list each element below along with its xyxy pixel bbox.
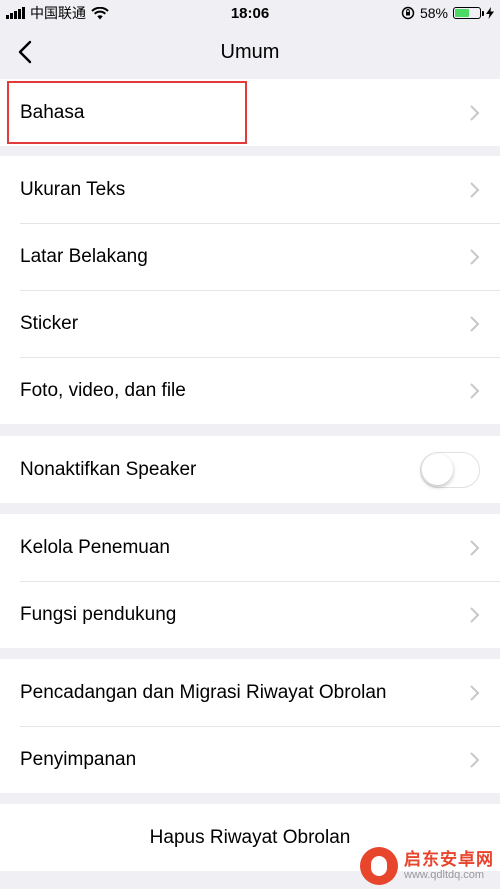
settings-row-latar-belakang[interactable]: Latar Belakang	[0, 223, 500, 290]
row-label: Penyimpanan	[20, 748, 137, 770]
chevron-right-icon	[470, 248, 480, 265]
orientation-lock-icon	[401, 6, 415, 20]
row-label: Ukuran Teks	[20, 178, 126, 200]
watermark-url: www.qdltdq.com	[404, 869, 485, 882]
chevron-right-icon	[470, 181, 480, 198]
row-label: Latar Belakang	[20, 245, 148, 267]
settings-row-sticker[interactable]: Sticker	[0, 290, 500, 357]
row-label: Bahasa	[20, 101, 85, 123]
settings-group-features: Kelola Penemuan Fungsi pendukung	[0, 514, 500, 648]
charging-bolt-icon	[486, 7, 494, 19]
row-label: Pencadangan dan Migrasi Riwayat Obrolan	[20, 681, 387, 703]
watermark-text: 启东安卓网 www.qdltdq.com	[404, 849, 494, 882]
settings-row-ukuran-teks[interactable]: Ukuran Teks	[0, 156, 500, 223]
row-label: Fungsi pendukung	[20, 603, 177, 625]
chevron-right-icon	[470, 104, 480, 121]
chevron-right-icon	[470, 382, 480, 399]
carrier-name: 中国联通	[30, 5, 86, 21]
row-label: Nonaktifkan Speaker	[20, 458, 197, 480]
chevron-right-icon	[470, 606, 480, 623]
battery-fill	[455, 9, 469, 17]
settings-row-bahasa[interactable]: Bahasa	[0, 79, 500, 146]
row-label: Foto, video, dan file	[20, 379, 186, 401]
navigation-bar: Umum	[0, 26, 500, 78]
chevron-left-icon[interactable]	[14, 38, 38, 66]
page-title: Umum	[220, 40, 280, 63]
status-left: 中国联通	[6, 3, 109, 23]
wifi-icon	[91, 6, 109, 19]
chevron-right-icon	[470, 539, 480, 556]
status-bar: 中国联通 18:06 58%	[0, 0, 500, 26]
settings-group-display: Ukuran Teks Latar Belakang Sticker Foto,…	[0, 156, 500, 424]
chevron-right-icon	[470, 684, 480, 701]
chevron-right-icon	[470, 315, 480, 332]
signal-icon	[6, 7, 25, 19]
settings-group-speaker: Nonaktifkan Speaker	[0, 436, 500, 503]
settings-row-penyimpanan[interactable]: Penyimpanan	[0, 726, 500, 793]
settings-group-storage: Pencadangan dan Migrasi Riwayat Obrolan …	[0, 659, 500, 793]
watermark-title: 启东安卓网	[404, 849, 494, 869]
chevron-right-icon	[470, 751, 480, 768]
row-label: Kelola Penemuan	[20, 536, 170, 558]
settings-row-nonaktifkan-speaker: Nonaktifkan Speaker	[0, 436, 500, 503]
watermark-logo-icon	[360, 847, 398, 885]
settings-row-fungsi-pendukung[interactable]: Fungsi pendukung	[0, 581, 500, 648]
status-right: 58%	[401, 5, 494, 21]
row-label: Sticker	[20, 312, 79, 334]
row-label: Hapus Riwayat Obrolan	[149, 826, 351, 848]
settings-row-pencadangan-migrasi[interactable]: Pencadangan dan Migrasi Riwayat Obrolan	[0, 659, 500, 726]
battery-icon	[453, 7, 484, 19]
speaker-toggle[interactable]	[420, 451, 480, 488]
toggle-knob	[422, 453, 453, 485]
settings-row-kelola-penemuan[interactable]: Kelola Penemuan	[0, 514, 500, 581]
watermark: 启东安卓网 www.qdltdq.com	[360, 847, 494, 885]
settings-group-language: Bahasa	[0, 79, 500, 146]
battery-percent: 58%	[419, 5, 448, 21]
settings-row-foto-video-file[interactable]: Foto, video, dan file	[0, 357, 500, 424]
